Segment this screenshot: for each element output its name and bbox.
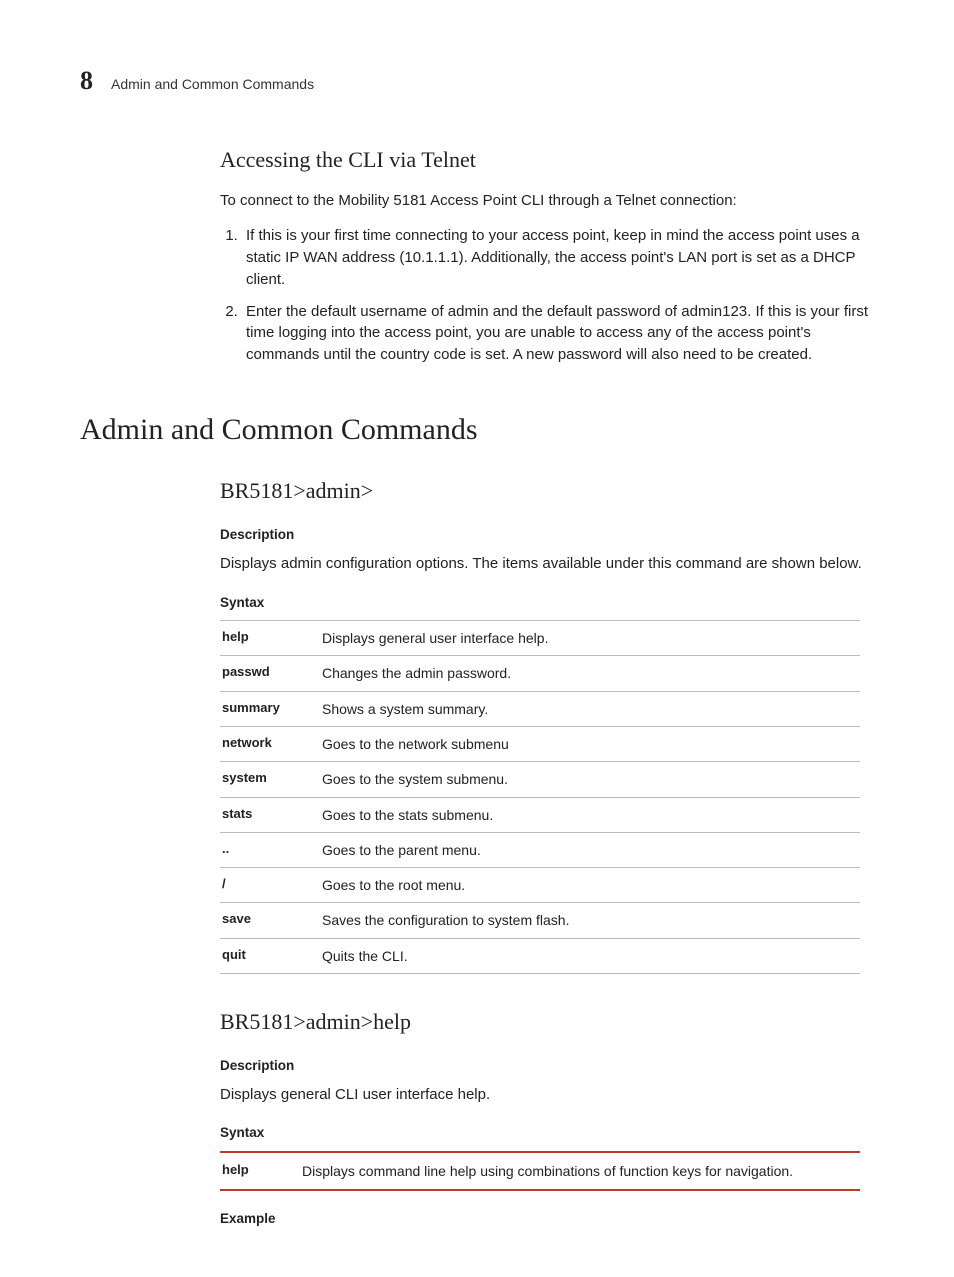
step-item: If this is your first time connecting to… bbox=[242, 225, 874, 290]
cmd-cell: .. bbox=[220, 832, 320, 867]
table-row: /Goes to the root menu. bbox=[220, 868, 860, 903]
table-row: systemGoes to the system submenu. bbox=[220, 762, 860, 797]
table-row: summaryShows a system summary. bbox=[220, 691, 860, 726]
cmd-cell: system bbox=[220, 762, 320, 797]
example-label: Example bbox=[220, 1209, 874, 1229]
table-row: quitQuits the CLI. bbox=[220, 938, 860, 973]
cmd-cell: help bbox=[220, 1152, 300, 1190]
cmd-cell: summary bbox=[220, 691, 320, 726]
desc-cell: Displays general user interface help. bbox=[320, 621, 860, 656]
document-page: 8 Admin and Common Commands Accessing th… bbox=[0, 0, 954, 1277]
syntax-label: Syntax bbox=[220, 1123, 874, 1143]
desc-cell: Changes the admin password. bbox=[320, 656, 860, 691]
desc-cell: Saves the configuration to system flash. bbox=[320, 903, 860, 938]
command-block-admin: BR5181>admin> Description Displays admin… bbox=[220, 475, 874, 974]
cmd-cell: quit bbox=[220, 938, 320, 973]
steps-list: If this is your first time connecting to… bbox=[220, 225, 874, 366]
syntax-table: help Displays command line help using co… bbox=[220, 1151, 860, 1191]
description-label: Description bbox=[220, 525, 874, 545]
table-row: helpDisplays general user interface help… bbox=[220, 621, 860, 656]
desc-cell: Quits the CLI. bbox=[320, 938, 860, 973]
desc-cell: Displays command line help using combina… bbox=[300, 1152, 860, 1190]
cmd-cell: passwd bbox=[220, 656, 320, 691]
table-row: statsGoes to the stats submenu. bbox=[220, 797, 860, 832]
syntax-table: helpDisplays general user interface help… bbox=[220, 620, 860, 974]
desc-cell: Goes to the system submenu. bbox=[320, 762, 860, 797]
table-row: help Displays command line help using co… bbox=[220, 1152, 860, 1190]
step-item: Enter the default username of admin and … bbox=[242, 301, 874, 366]
description-text: Displays general CLI user interface help… bbox=[220, 1084, 874, 1106]
syntax-label: Syntax bbox=[220, 593, 874, 613]
desc-cell: Shows a system summary. bbox=[320, 691, 860, 726]
chapter-number: 8 bbox=[80, 62, 93, 100]
cmd-cell: save bbox=[220, 903, 320, 938]
cmd-cell: network bbox=[220, 726, 320, 761]
desc-cell: Goes to the parent menu. bbox=[320, 832, 860, 867]
desc-cell: Goes to the network submenu bbox=[320, 726, 860, 761]
cmd-cell: help bbox=[220, 621, 320, 656]
description-text: Displays admin configuration options. Th… bbox=[220, 553, 874, 575]
table-row: passwdChanges the admin password. bbox=[220, 656, 860, 691]
table-row: ..Goes to the parent menu. bbox=[220, 832, 860, 867]
cmd-cell: / bbox=[220, 868, 320, 903]
desc-cell: Goes to the stats submenu. bbox=[320, 797, 860, 832]
command-heading: BR5181>admin> bbox=[220, 475, 874, 507]
command-block-help: BR5181>admin>help Description Displays g… bbox=[220, 1006, 874, 1229]
table-row: networkGoes to the network submenu bbox=[220, 726, 860, 761]
desc-cell: Goes to the root menu. bbox=[320, 868, 860, 903]
section-heading: Accessing the CLI via Telnet bbox=[220, 144, 874, 176]
cmd-cell: stats bbox=[220, 797, 320, 832]
table-row: saveSaves the configuration to system fl… bbox=[220, 903, 860, 938]
page-header: 8 Admin and Common Commands bbox=[80, 62, 874, 100]
section-accessing-cli: Accessing the CLI via Telnet To connect … bbox=[220, 144, 874, 366]
chapter-title: Admin and Common Commands bbox=[111, 74, 314, 94]
intro-text: To connect to the Mobility 5181 Access P… bbox=[220, 190, 874, 212]
command-heading: BR5181>admin>help bbox=[220, 1006, 874, 1038]
main-heading: Admin and Common Commands bbox=[80, 408, 874, 452]
description-label: Description bbox=[220, 1056, 874, 1076]
